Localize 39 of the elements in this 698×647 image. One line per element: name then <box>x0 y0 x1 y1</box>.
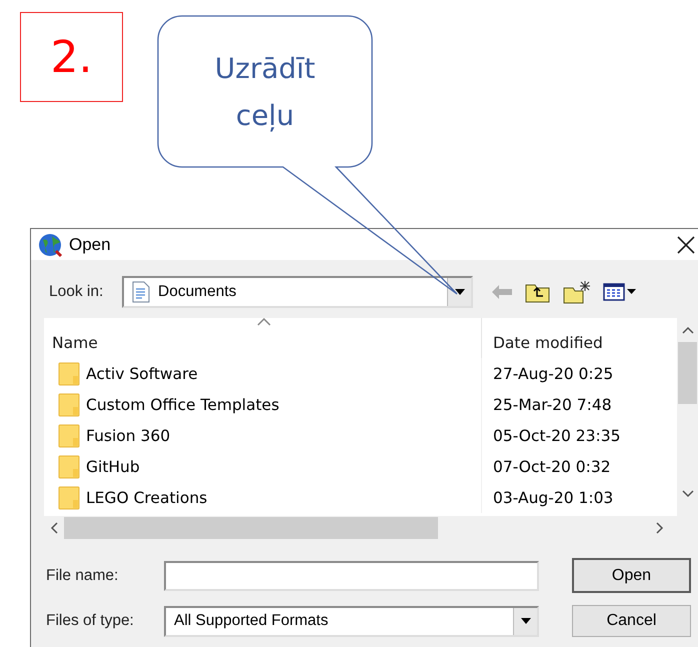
scroll-left-icon[interactable] <box>50 522 58 534</box>
column-header[interactable]: Name <box>44 318 482 358</box>
new-folder-icon[interactable] <box>563 280 591 304</box>
date-cell-text: 05-Oct-20 23:35 <box>492 426 620 444</box>
horizontal-scrollbar[interactable] <box>44 516 698 540</box>
callout-text: Uzrādīt ceļu <box>214 51 316 134</box>
file-name[interactable]: Custom Office Templates <box>86 396 280 414</box>
document-icon <box>132 281 150 303</box>
file-type-label: Files of type: <box>46 612 135 630</box>
look-in-label: Look in: <box>49 283 104 301</box>
file-type-value: All Supported Formats <box>174 612 330 630</box>
open-button[interactable]: Open <box>572 558 691 593</box>
file-name-label: File name: <box>46 566 120 584</box>
file-name[interactable]: GitHub <box>86 458 140 476</box>
step-number: 2. <box>20 12 123 102</box>
scroll-right-icon[interactable] <box>656 522 664 534</box>
file-name[interactable]: LEGO Creations <box>86 488 208 506</box>
globe-icon <box>37 232 63 258</box>
file-name[interactable]: Activ Software <box>86 364 198 382</box>
file-type-dropdown[interactable]: All Supported Formats <box>164 606 539 636</box>
column-header[interactable]: Date modified <box>482 318 677 358</box>
folder-icon <box>58 362 80 386</box>
scroll-up-icon[interactable] <box>682 326 694 334</box>
date-cell-text: 07-Oct-20 0:32 <box>492 458 611 476</box>
look-in-value: Documents <box>158 283 238 301</box>
file-name-field[interactable] <box>164 560 539 590</box>
date-cell-text: 03-Aug-20 1:03 <box>492 488 614 506</box>
view-menu-icon[interactable] <box>603 282 637 302</box>
look-in-dropdown[interactable]: Documents <box>122 276 473 308</box>
folder-icon <box>58 454 80 478</box>
folder-icon <box>58 486 80 510</box>
date-cell-text: 27-Aug-20 0:25 <box>492 364 614 382</box>
scroll-down-icon[interactable] <box>682 490 694 498</box>
window-title: Open <box>69 234 112 254</box>
cancel-button[interactable]: Cancel <box>572 605 691 637</box>
folder-icon <box>58 392 80 416</box>
date-cell-text: 25-Mar-20 7:48 <box>492 396 612 414</box>
file-name[interactable]: Fusion 360 <box>86 426 170 444</box>
folder-icon <box>58 424 80 448</box>
